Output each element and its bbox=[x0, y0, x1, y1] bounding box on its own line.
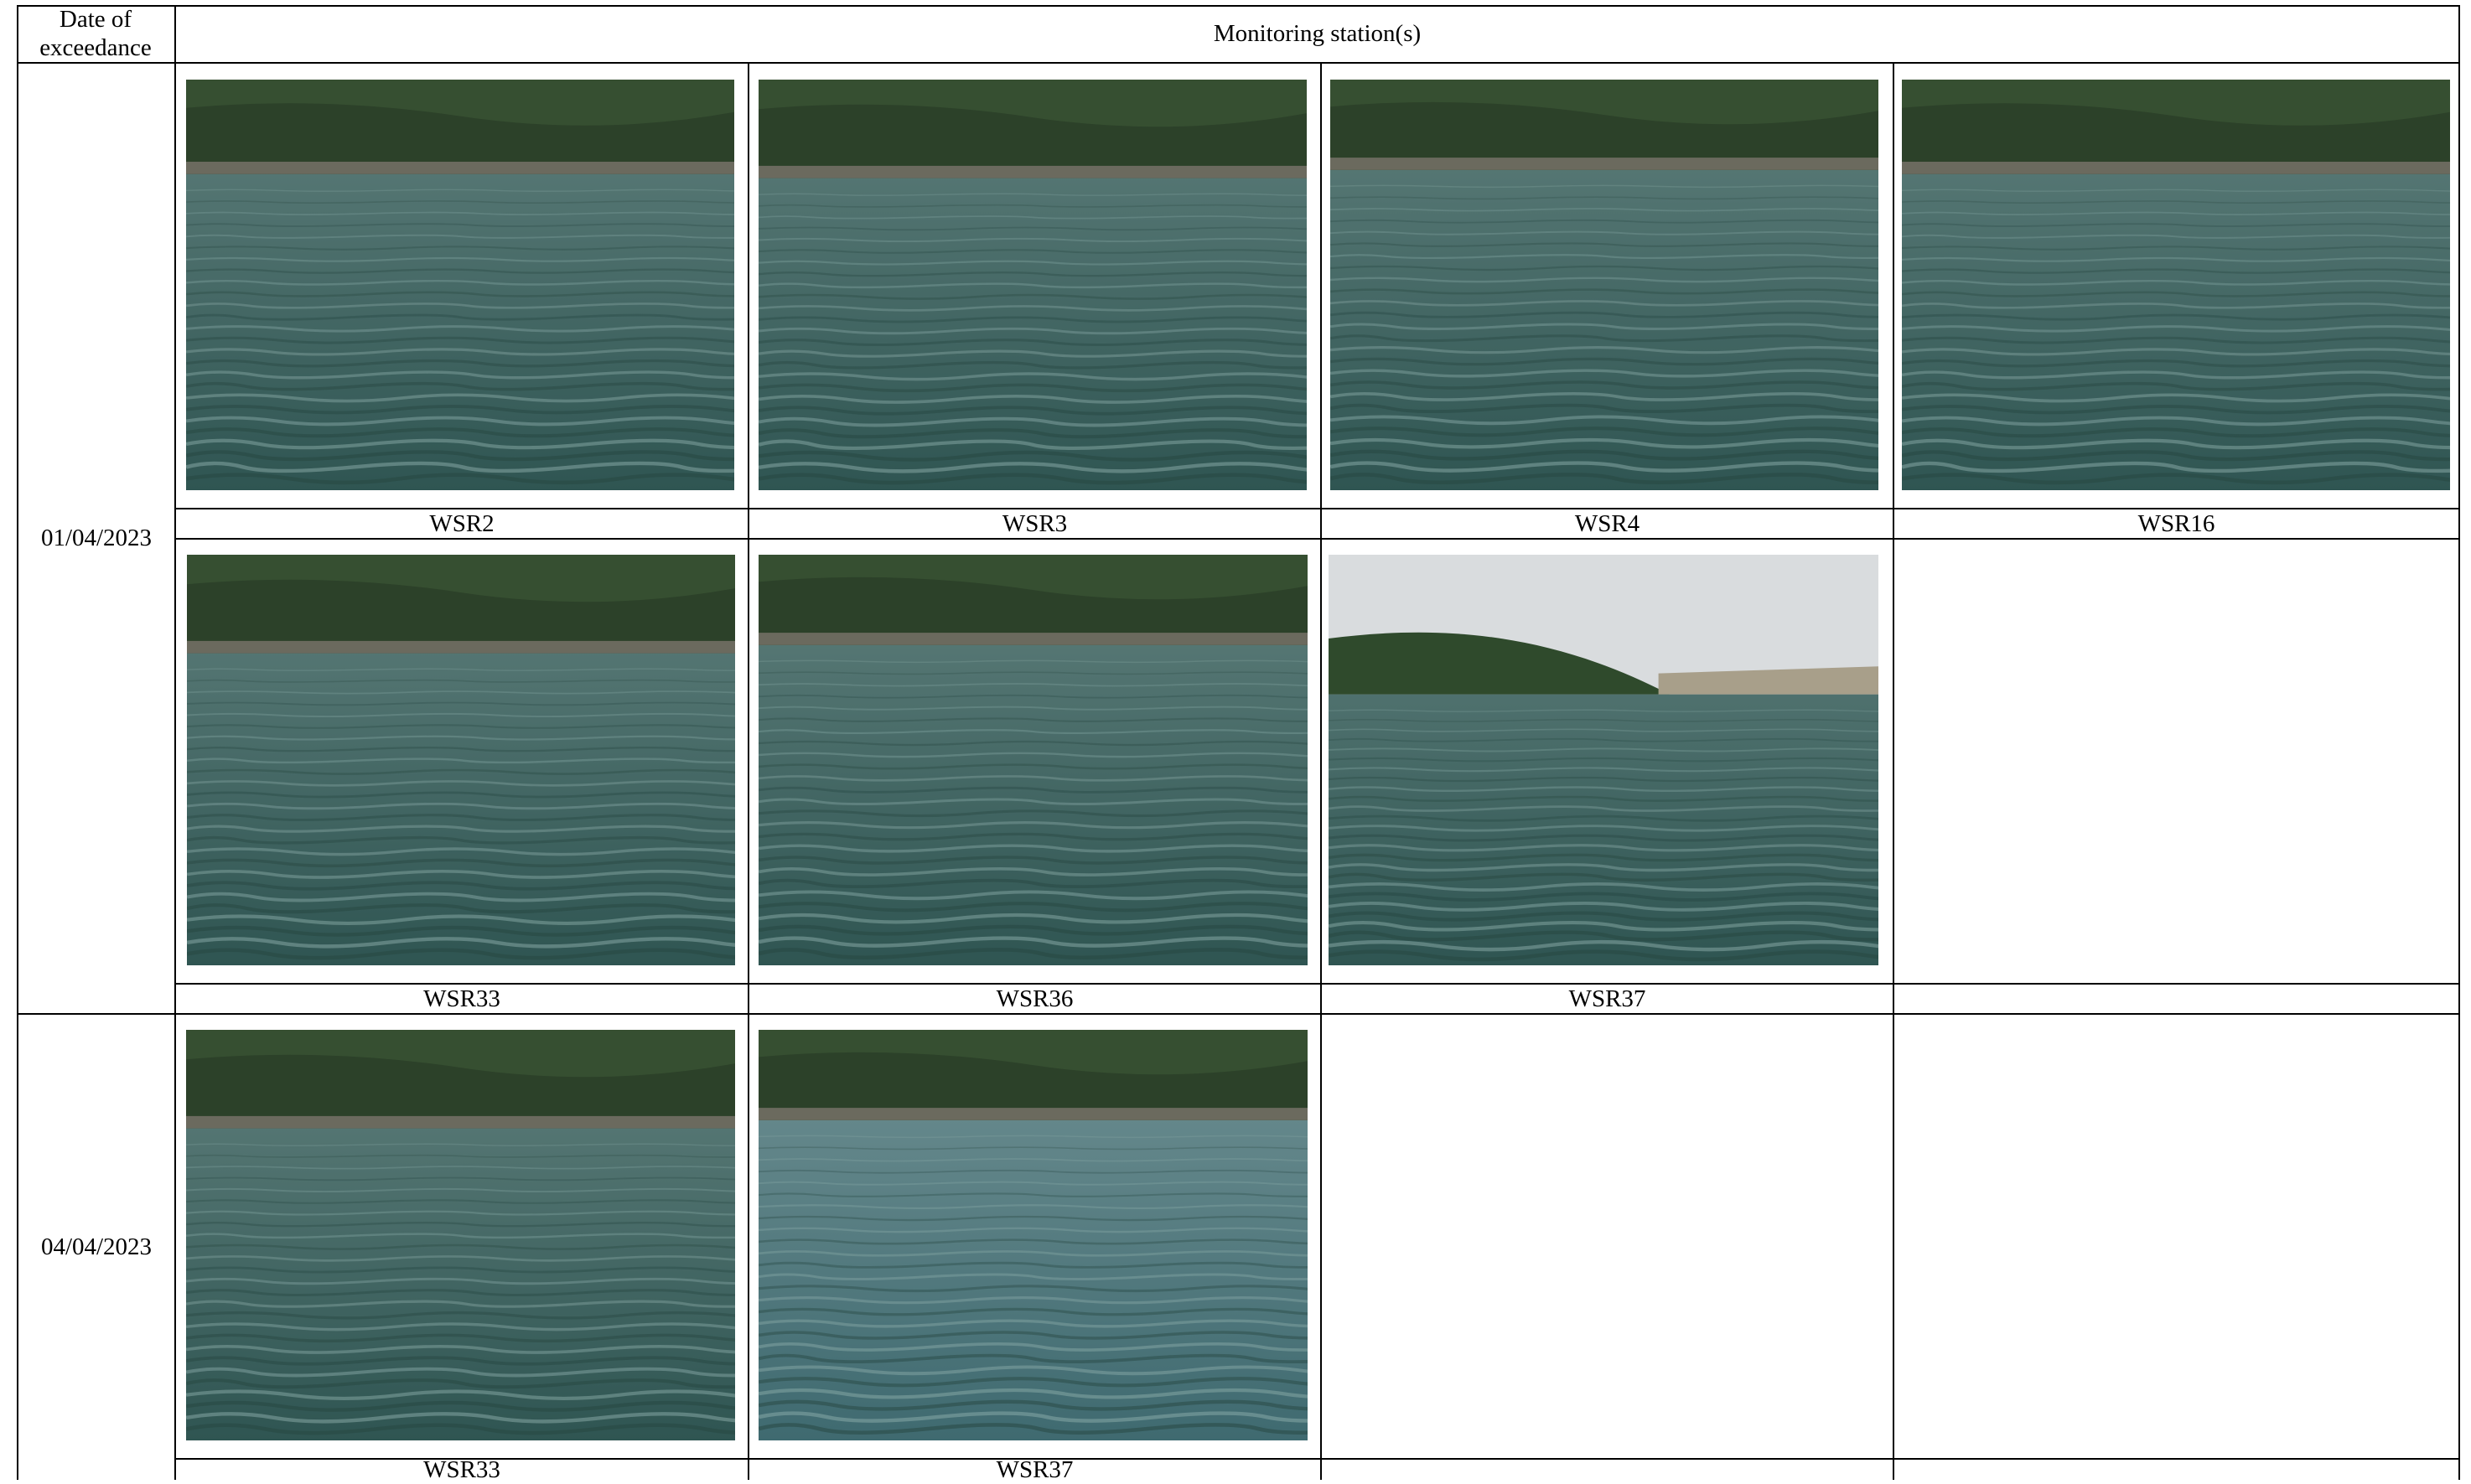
station-photo bbox=[759, 80, 1307, 490]
header-bottom-border bbox=[17, 62, 2460, 64]
station-column-divider bbox=[1893, 62, 1894, 538]
station-label bbox=[1894, 1460, 2458, 1480]
station-label bbox=[1322, 1460, 1893, 1480]
station-column-divider bbox=[1320, 1013, 1322, 1480]
station-label: WSR3 bbox=[1002, 510, 1068, 537]
date-group-border bbox=[17, 1013, 2460, 1015]
station-photo bbox=[187, 555, 735, 965]
station-label: WSR33 bbox=[423, 985, 500, 1012]
station-column-divider bbox=[1320, 62, 1322, 538]
row-border bbox=[174, 538, 2460, 540]
station-photo bbox=[186, 80, 734, 490]
station-column-divider bbox=[1893, 1013, 1894, 1480]
station-column-divider bbox=[1320, 538, 1322, 1013]
date-column-divider bbox=[174, 5, 176, 1480]
station-label: WSR16 bbox=[2137, 510, 2215, 537]
table-right-border bbox=[2458, 5, 2460, 1480]
station-label bbox=[1894, 985, 2458, 1013]
date-header: Date of exceedance bbox=[39, 6, 152, 61]
stations-header: Monitoring station(s) bbox=[1213, 20, 1422, 47]
exceedance-date: 01/04/2023 bbox=[40, 524, 153, 551]
station-label: WSR2 bbox=[429, 510, 495, 537]
station-column-divider bbox=[1893, 538, 1894, 1013]
station-label: WSR36 bbox=[996, 985, 1074, 1012]
station-label: WSR33 bbox=[423, 1456, 500, 1483]
station-photo bbox=[186, 1030, 735, 1440]
station-label: WSR4 bbox=[1574, 510, 1640, 537]
station-column-divider bbox=[748, 538, 749, 1013]
station-photo bbox=[1329, 555, 1878, 965]
station-photo bbox=[759, 555, 1308, 965]
station-photo bbox=[1902, 80, 2450, 490]
station-photo bbox=[759, 1030, 1308, 1440]
station-photo bbox=[1330, 80, 1878, 490]
station-label: WSR37 bbox=[1568, 985, 1646, 1012]
station-label: WSR37 bbox=[996, 1456, 1074, 1483]
station-column-divider bbox=[748, 1013, 749, 1480]
exceedance-date: 04/04/2023 bbox=[40, 1233, 153, 1260]
station-column-divider bbox=[748, 62, 749, 538]
